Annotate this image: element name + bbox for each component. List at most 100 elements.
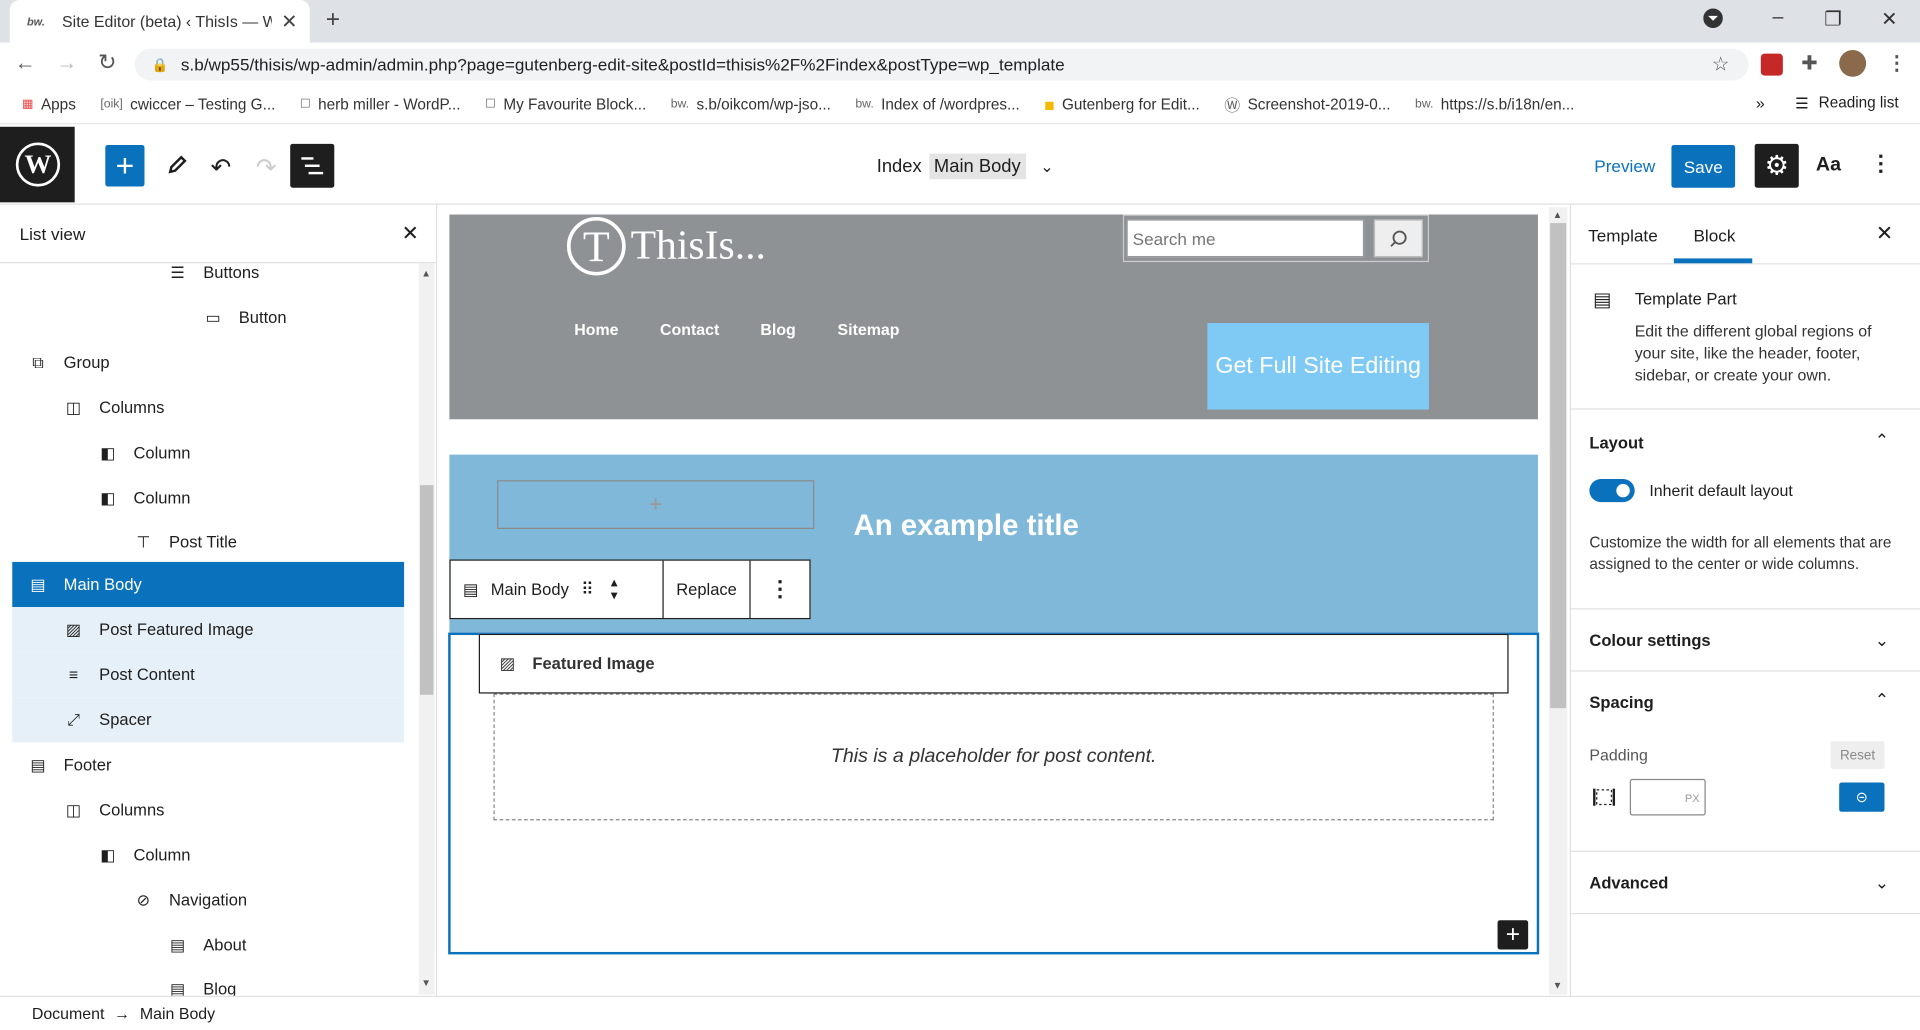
list-item[interactable]: ▤ About bbox=[12, 923, 404, 968]
chevron-down-icon[interactable]: ⌄ bbox=[1040, 157, 1053, 177]
extensions-puzzle-icon[interactable]: ✚ bbox=[1801, 51, 1817, 75]
nav-link-contact[interactable]: Contact bbox=[660, 321, 719, 339]
inherit-layout-toggle[interactable] bbox=[1589, 479, 1635, 503]
bookmark-item[interactable]: ☐ herb miller - WordP... bbox=[300, 96, 461, 113]
block-options-icon[interactable]: ⋮ bbox=[751, 561, 810, 618]
nav-link-sitemap[interactable]: Sitemap bbox=[838, 321, 900, 339]
scroll-down-icon[interactable]: ▼ bbox=[421, 978, 431, 989]
nav-link-blog[interactable]: Blog bbox=[760, 321, 795, 339]
settings-button[interactable]: ⚙ bbox=[1754, 143, 1799, 188]
forward-icon[interactable]: → bbox=[56, 51, 77, 75]
edit-pencil-icon[interactable] bbox=[167, 154, 189, 176]
window-close-icon[interactable]: ✕ bbox=[1871, 7, 1908, 31]
cta-button[interactable]: Get Full Site Editing bbox=[1207, 323, 1429, 410]
featured-image-block[interactable]: ▨ Featured Image bbox=[478, 633, 1509, 694]
bookmark-item[interactable]: Ⓦ Screenshot-2019-0... bbox=[1224, 93, 1390, 116]
scroll-up-icon[interactable]: ▲ bbox=[1553, 210, 1563, 221]
box-sides-icon[interactable] bbox=[1593, 786, 1616, 808]
scroll-up-icon[interactable]: ▲ bbox=[421, 268, 431, 279]
browser-tab[interactable]: bw. Site Editor (beta) ‹ ThisIs — Wc ✕ bbox=[9, 0, 310, 43]
list-item[interactable]: ⊤ Post Title bbox=[12, 519, 404, 564]
move-up-down-icon[interactable]: ▴ ▾ bbox=[611, 575, 618, 603]
block-inserter-placeholder[interactable]: + bbox=[497, 480, 815, 530]
bookmark-item[interactable]: [oik] cwiccer – Testing G... bbox=[100, 96, 275, 113]
advanced-title[interactable]: Advanced bbox=[1589, 874, 1668, 892]
list-item[interactable]: ◫ Columns bbox=[12, 787, 404, 832]
list-view-scroll-thumb[interactable] bbox=[420, 485, 434, 695]
post-title[interactable]: An example title bbox=[853, 510, 1078, 544]
list-item[interactable]: ▤ Footer bbox=[12, 742, 404, 787]
document-title[interactable]: Index Main Body ⌄ bbox=[877, 153, 1054, 180]
extension-icon[interactable] bbox=[1760, 53, 1783, 76]
list-item[interactable]: ▨ Post Featured Image bbox=[12, 607, 405, 653]
more-bookmarks-icon[interactable]: » bbox=[1756, 94, 1765, 112]
breadcrumb-root[interactable]: Document bbox=[32, 1004, 105, 1022]
add-block-button[interactable]: + bbox=[105, 145, 145, 187]
chevron-down-icon[interactable]: ⌄ bbox=[1875, 873, 1889, 894]
drag-handle-icon[interactable]: ⠿ bbox=[581, 579, 594, 600]
bookmark-item[interactable]: bw. Index of /wordpres... bbox=[855, 96, 1019, 113]
undo-icon[interactable]: ↶ bbox=[211, 152, 232, 182]
colour-settings-title[interactable]: Colour settings bbox=[1589, 631, 1710, 649]
bookmark-item[interactable]: ■ Gutenberg for Edit... bbox=[1044, 94, 1200, 114]
bookmark-item[interactable]: bw. s.b/oikcom/wp-jso... bbox=[671, 96, 831, 113]
spacing-title[interactable]: Spacing bbox=[1589, 694, 1653, 712]
list-item[interactable]: ⤢ Spacer bbox=[12, 697, 405, 743]
replace-button[interactable]: Replace bbox=[664, 560, 751, 618]
tab-template[interactable]: Template bbox=[1588, 225, 1658, 245]
styles-button[interactable]: Aa bbox=[1816, 155, 1841, 177]
close-icon[interactable]: ✕ bbox=[402, 222, 419, 246]
block-switcher[interactable]: ▤ Main Body ⠿ ▴ ▾ bbox=[451, 560, 664, 618]
chevron-up-icon[interactable]: ⌃ bbox=[1875, 430, 1889, 451]
more-options-icon[interactable]: ⋮ bbox=[1870, 151, 1892, 177]
list-item[interactable]: ◫ Columns bbox=[12, 385, 404, 430]
preview-button[interactable]: Preview bbox=[1594, 156, 1655, 176]
tab-block[interactable]: Block bbox=[1693, 225, 1735, 245]
block-appender-button[interactable]: + bbox=[1497, 920, 1529, 950]
list-view-button[interactable] bbox=[290, 143, 335, 188]
browser-menu-icon[interactable]: ⋮ bbox=[1887, 51, 1907, 75]
close-icon[interactable]: ✕ bbox=[1876, 222, 1893, 246]
redo-icon[interactable]: ↷ bbox=[256, 152, 277, 182]
search-input[interactable] bbox=[1126, 219, 1365, 258]
avatar[interactable] bbox=[1839, 49, 1867, 77]
maximize-icon[interactable]: ❐ bbox=[1815, 7, 1852, 31]
profile-dropdown-icon[interactable] bbox=[1703, 8, 1740, 29]
canvas-scroll-thumb[interactable] bbox=[1550, 223, 1567, 709]
wordpress-logo-button[interactable]: W bbox=[0, 126, 75, 203]
bookmark-item[interactable]: ☐ My Favourite Block... bbox=[485, 96, 646, 113]
bookmark-star-icon[interactable]: ☆ bbox=[1712, 52, 1730, 76]
search-button[interactable] bbox=[1373, 219, 1423, 258]
save-button[interactable]: Save bbox=[1671, 145, 1736, 188]
list-item[interactable]: ⊘ Navigation bbox=[12, 878, 404, 923]
new-tab-icon[interactable]: + bbox=[326, 6, 340, 34]
bookmark-apps[interactable]: ▦ Apps bbox=[22, 96, 76, 113]
layout-title[interactable]: Layout bbox=[1589, 434, 1643, 452]
list-item[interactable]: ▭ Button bbox=[12, 295, 404, 340]
chevron-down-icon[interactable]: ⌄ bbox=[1875, 630, 1889, 651]
site-logo[interactable]: T ThisIs... bbox=[566, 215, 766, 278]
nav-link-home[interactable]: Home bbox=[574, 321, 618, 339]
url-field[interactable]: 🔒 s.b/wp55/thisis/wp-admin/admin.php?pag… bbox=[134, 48, 1749, 81]
list-item[interactable]: ◧ Column bbox=[12, 833, 404, 878]
post-content-placeholder[interactable]: This is a placeholder for post content. bbox=[493, 693, 1494, 821]
list-item[interactable]: ▤ Blog bbox=[12, 967, 404, 995]
reload-icon[interactable]: ↻ bbox=[98, 50, 116, 76]
bookmark-item[interactable]: bw. https://s.b/i18n/en... bbox=[1415, 96, 1574, 113]
minimize-icon[interactable]: – bbox=[1760, 7, 1797, 29]
back-icon[interactable]: ← bbox=[15, 51, 36, 75]
chevron-up-icon[interactable]: ⌃ bbox=[1875, 690, 1889, 711]
link-sides-button[interactable]: ⊝ bbox=[1839, 782, 1885, 812]
reading-list[interactable]: ☰ Reading list bbox=[1795, 94, 1899, 112]
list-item[interactable]: ◧ Column bbox=[12, 430, 404, 475]
tab-close-icon[interactable]: ✕ bbox=[281, 9, 297, 33]
reset-button[interactable]: Reset bbox=[1830, 741, 1885, 770]
padding-input[interactable]: PX bbox=[1629, 778, 1706, 816]
list-item[interactable]: ☰ Buttons bbox=[12, 250, 404, 295]
scroll-down-icon[interactable]: ▼ bbox=[1553, 980, 1563, 991]
list-item-main-body[interactable]: ▤ Main Body bbox=[12, 561, 405, 608]
list-item[interactable]: ◧ Column bbox=[12, 475, 404, 520]
breadcrumb-current[interactable]: Main Body bbox=[140, 1004, 215, 1022]
list-item[interactable]: ≡ Post Content bbox=[12, 652, 405, 698]
list-item[interactable]: ⧉ Group bbox=[12, 340, 404, 385]
